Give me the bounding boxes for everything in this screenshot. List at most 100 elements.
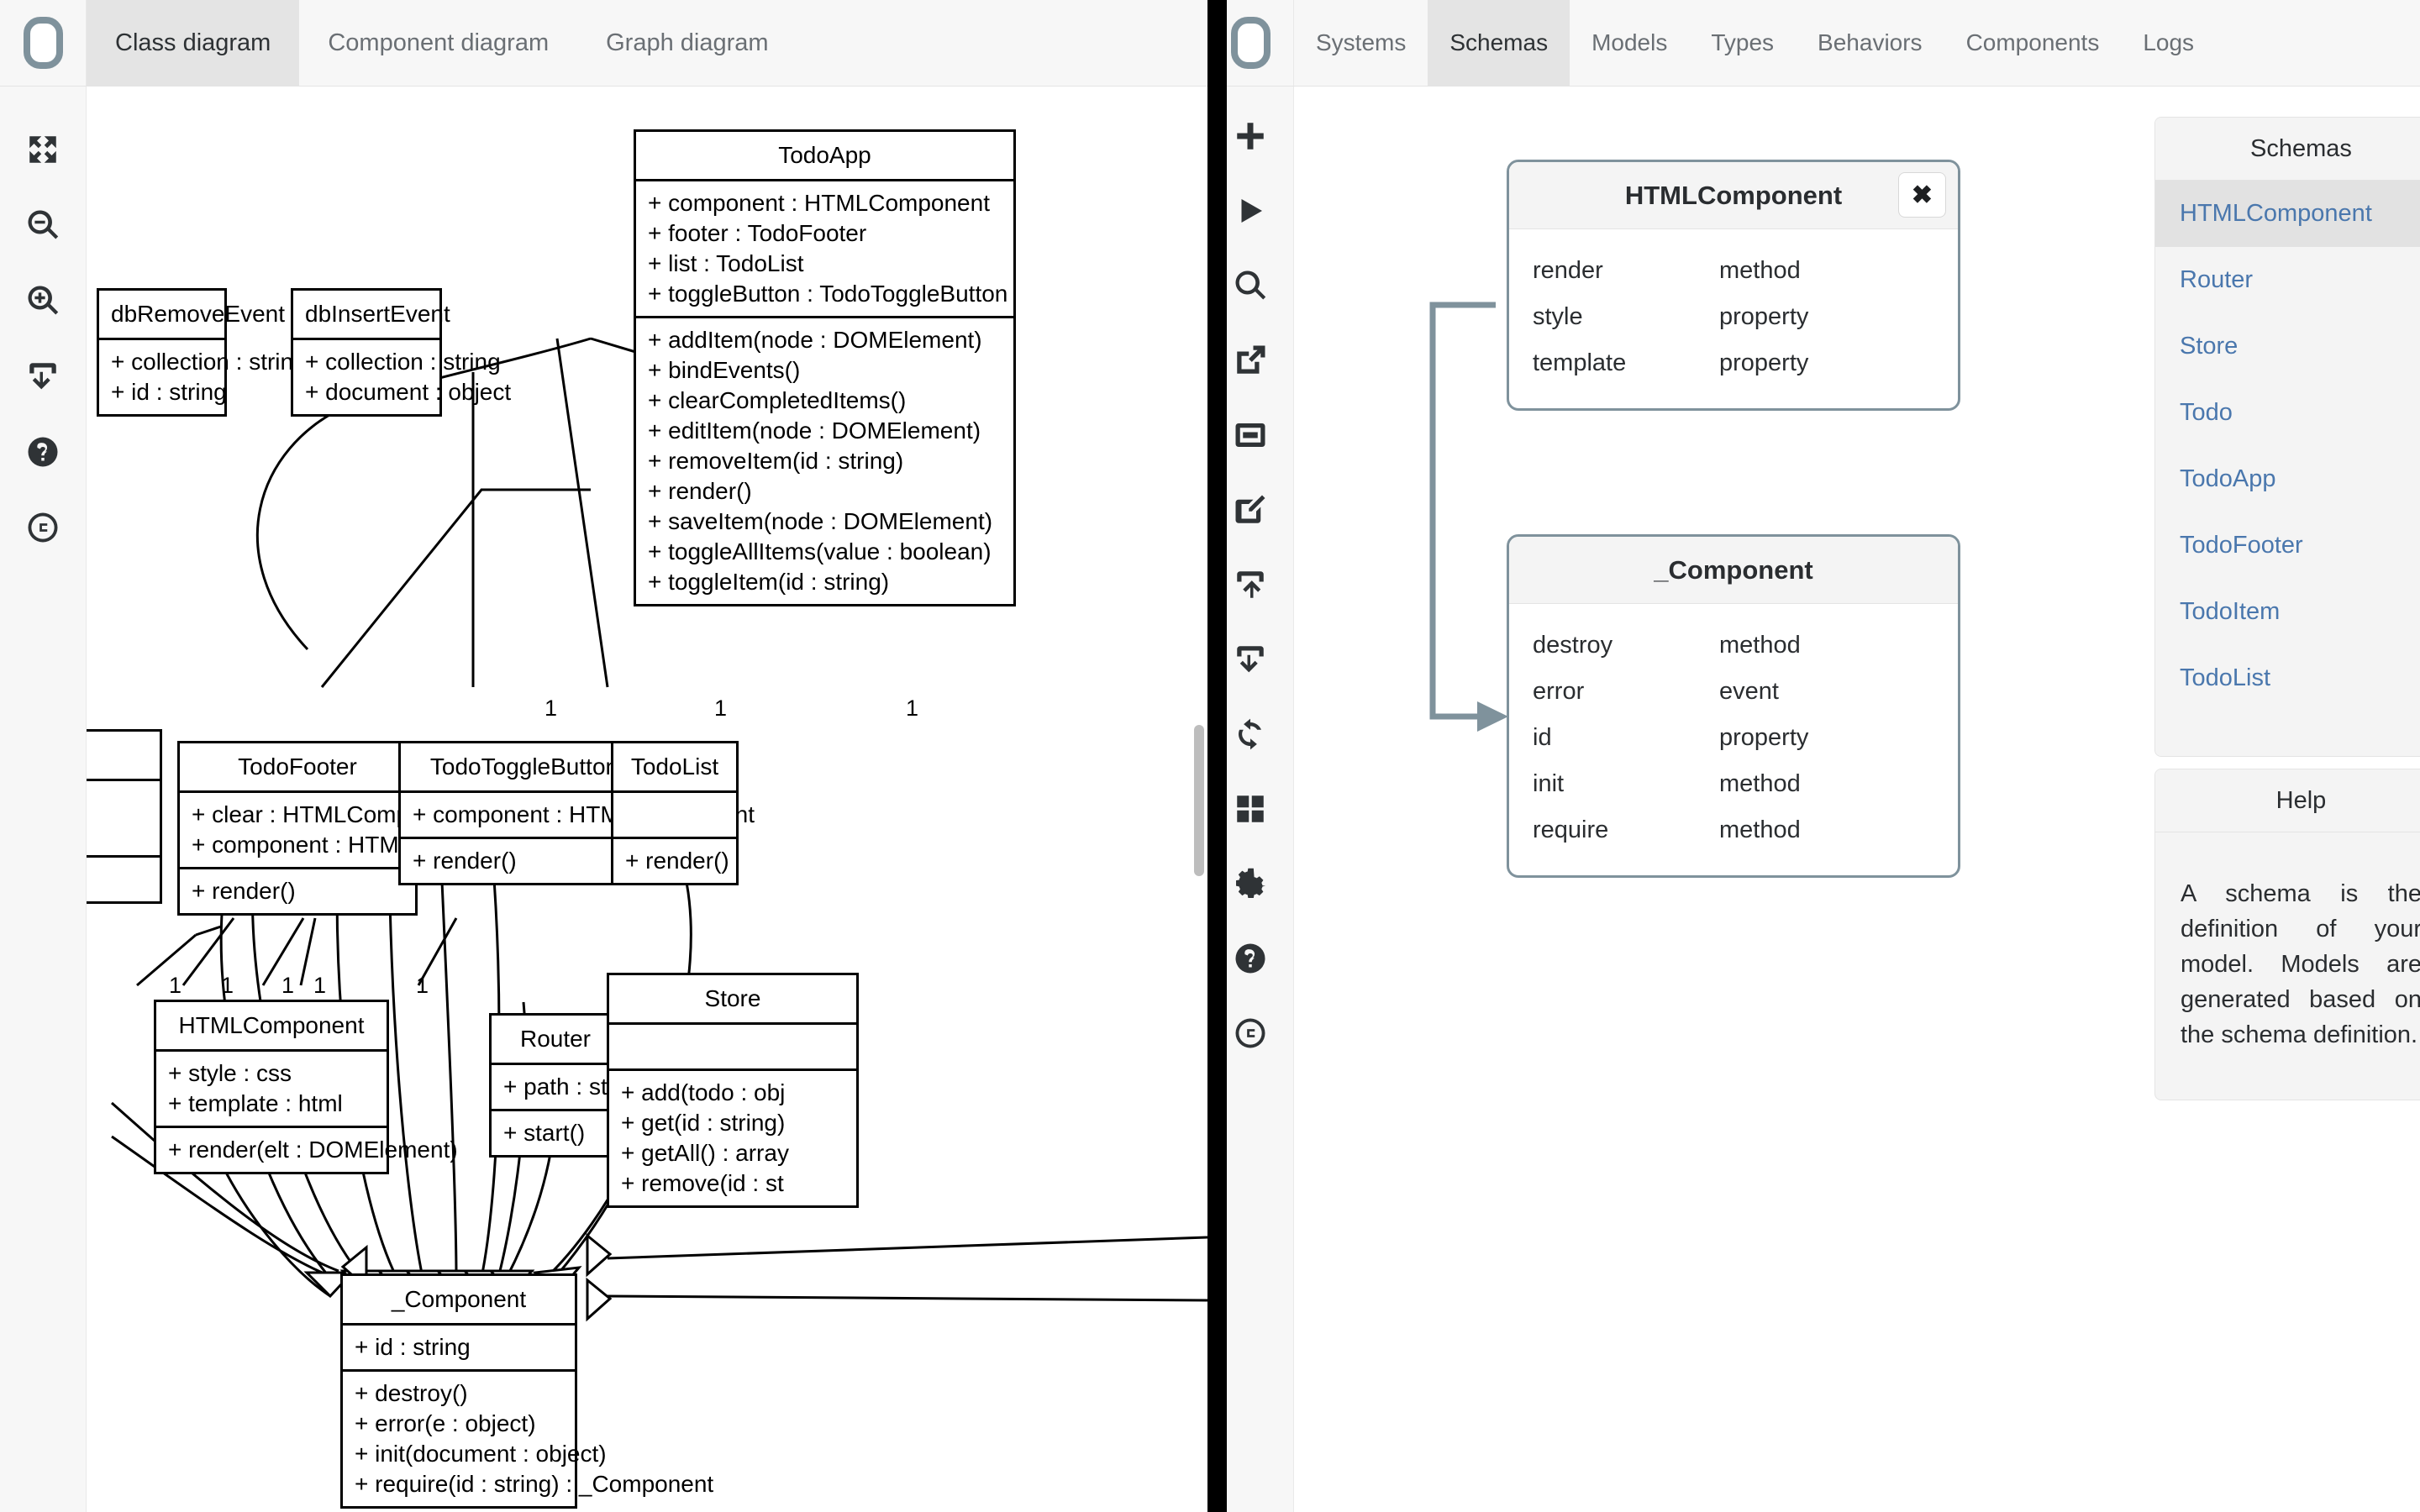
help-panel: Help A schema is the definition of your … bbox=[2154, 769, 2420, 1101]
class-attributes: + collection : string + id : string bbox=[99, 340, 307, 414]
schema-list-item-todolist[interactable]: TodoList bbox=[2155, 645, 2420, 711]
diagram-canvas[interactable]: 1 1 1 1 1 1 1 1 TodoApp + component : HT… bbox=[87, 87, 1207, 1512]
about-button[interactable] bbox=[0, 490, 87, 565]
schema-key: style bbox=[1533, 303, 1583, 330]
schema-key: template bbox=[1533, 349, 1627, 376]
help-button[interactable] bbox=[0, 414, 87, 490]
zoom-in-button[interactable] bbox=[0, 263, 87, 339]
schemas-canvas[interactable]: HTMLComponent ✖ render method style prop… bbox=[1294, 87, 2420, 1512]
method-row: + removeItem(id : string) bbox=[648, 448, 904, 474]
schema-list-item-router[interactable]: Router bbox=[2155, 247, 2420, 313]
method-row: + bindEvents() bbox=[648, 357, 801, 383]
uml-class-store[interactable]: Store + add(todo : obj + get(id : string… bbox=[607, 973, 859, 1208]
uml-class-clipped[interactable]: nt bbox=[87, 729, 162, 904]
uml-class-router[interactable]: Router + path : string + start() bbox=[489, 1013, 647, 1158]
left-topbar: Class diagram Component diagram Graph di… bbox=[0, 0, 1207, 87]
uml-class-todolist[interactable]: TodoList + render() bbox=[611, 741, 739, 885]
tab-types[interactable]: Types bbox=[1689, 0, 1796, 86]
class-attributes: + id : string bbox=[343, 1326, 575, 1372]
schema-list-item-store[interactable]: Store bbox=[2155, 313, 2420, 380]
method-row: + saveItem(node : DOMElement) bbox=[648, 508, 993, 534]
uml-class-component[interactable]: _Component + id : string + destroy() + e… bbox=[340, 1273, 713, 1509]
attribute-row: + footer : TodoFooter bbox=[648, 220, 867, 246]
class-name: _Component bbox=[391, 1286, 527, 1312]
method-row: + editItem(node : DOMElement) bbox=[648, 417, 981, 444]
tab-systems[interactable]: Systems bbox=[1294, 0, 1428, 86]
card-title: HTMLComponent bbox=[1624, 180, 1843, 210]
fullscreen-button[interactable] bbox=[0, 112, 87, 187]
schema-card-component[interactable]: _Component destroy method error event id bbox=[1507, 534, 1960, 878]
uml-class-todoapp[interactable]: TodoApp + component : HTMLComponent + fo… bbox=[634, 129, 1016, 606]
schemas-panel: Schemas HTMLComponent Router Store Todo … bbox=[2154, 117, 2420, 757]
method-row: + clearCompletedItems() bbox=[648, 387, 907, 413]
method-row: + toggleItem(id : string) bbox=[648, 569, 890, 595]
left-body: 1 1 1 1 1 1 1 1 TodoApp + component : HT… bbox=[0, 87, 1207, 1512]
attribute-row: + document : object bbox=[305, 379, 512, 405]
right-tab-bar: Systems Schemas Models Types Behaviors C… bbox=[1294, 0, 2216, 86]
schema-list-item-todoapp[interactable]: TodoApp bbox=[2155, 446, 2420, 512]
zoom-out-button[interactable] bbox=[0, 187, 87, 263]
method-row: + render(elt : DOMElement) bbox=[168, 1137, 458, 1163]
card-body: render method style property template pr… bbox=[1509, 229, 1958, 408]
multiplicity-label: 1 bbox=[544, 696, 558, 721]
class-methods: + addItem(node : DOMElement) + bindEvent… bbox=[636, 318, 1013, 604]
tab-behaviors[interactable]: Behaviors bbox=[1796, 0, 1944, 86]
attribute-row: + list : TodoList bbox=[648, 250, 804, 276]
class-attributes bbox=[613, 793, 736, 839]
tab-component-diagram[interactable]: Component diagram bbox=[299, 0, 577, 86]
uml-class-dbremoveevent[interactable]: dbRemoveEvent + collection : string + id… bbox=[97, 288, 307, 417]
method-row: + destroy() bbox=[355, 1380, 468, 1406]
method-row: + render() bbox=[192, 878, 296, 904]
multiplicity-label: 1 bbox=[169, 973, 182, 998]
method-row: + remove(id : st bbox=[621, 1170, 784, 1196]
method-row: + error(e : object) bbox=[355, 1410, 536, 1436]
tab-models[interactable]: Models bbox=[1570, 0, 1689, 86]
schema-kind: method bbox=[1719, 816, 1801, 843]
schema-kind: property bbox=[1719, 349, 1809, 376]
uml-class-htmlcomponent[interactable]: HTMLComponent + style : css + template :… bbox=[154, 1000, 458, 1174]
help-icon bbox=[28, 437, 58, 467]
method-row: + getAll() : array bbox=[621, 1140, 789, 1166]
class-name: Router bbox=[519, 1026, 592, 1052]
tab-logs[interactable]: Logs bbox=[2121, 0, 2216, 86]
download-button[interactable] bbox=[0, 339, 87, 414]
class-diagram-app: Class diagram Component diagram Graph di… bbox=[0, 0, 1207, 1512]
edit-icon bbox=[1235, 495, 1265, 523]
search-icon bbox=[1235, 270, 1266, 299]
tab-components[interactable]: Components bbox=[1944, 0, 2122, 86]
canvas-scrollbar[interactable] bbox=[1194, 725, 1204, 876]
schema-kind: method bbox=[1719, 257, 1801, 284]
schema-key: destroy bbox=[1533, 632, 1613, 659]
left-tab-bar: Class diagram Component diagram Graph di… bbox=[87, 0, 797, 86]
method-row: + init(document : object) bbox=[355, 1441, 607, 1467]
method-row: + addItem(node : DOMElement) bbox=[648, 327, 982, 353]
schema-key: require bbox=[1533, 816, 1609, 843]
class-methods: + render() bbox=[613, 839, 736, 883]
schema-list-item-todofooter[interactable]: TodoFooter bbox=[2155, 512, 2420, 579]
uml-class-dbinsertevent[interactable]: dbInsertEvent + collection : string + do… bbox=[291, 288, 512, 417]
uml-class-todofooter[interactable]: TodoFooter + clear : HTMLComponent + com… bbox=[177, 741, 534, 916]
tab-schemas[interactable]: Schemas bbox=[1428, 0, 1570, 86]
card-title: _Component bbox=[1654, 554, 1813, 585]
schema-list-item-todoitem[interactable]: TodoItem bbox=[2155, 579, 2420, 645]
schema-kind: event bbox=[1719, 678, 1779, 705]
tab-graph-diagram[interactable]: Graph diagram bbox=[577, 0, 797, 86]
attribute-row: + path : string bbox=[503, 1074, 647, 1100]
tab-class-diagram[interactable]: Class diagram bbox=[87, 0, 300, 86]
external-link-icon bbox=[1237, 345, 1265, 374]
window-divider bbox=[1207, 0, 1227, 1512]
close-icon[interactable]: ✖ bbox=[1898, 172, 1946, 218]
help-icon bbox=[1235, 943, 1265, 973]
left-logo[interactable] bbox=[0, 0, 87, 86]
class-attributes: + style : css + template : html bbox=[156, 1052, 387, 1128]
schema-card-htmlcomponent[interactable]: HTMLComponent ✖ render method style prop… bbox=[1507, 160, 1960, 411]
plus-icon bbox=[1237, 122, 1264, 150]
attribute-row: + clear : HTMLComponent bbox=[192, 801, 469, 827]
schema-list-item-htmlcomponent[interactable]: HTMLComponent bbox=[2155, 181, 2420, 247]
attribute-row: + component : HTMLComponent bbox=[648, 190, 990, 216]
refresh-icon bbox=[1239, 718, 1261, 749]
card-body: destroy method error event id property i… bbox=[1509, 604, 1958, 875]
schema-kind: method bbox=[1719, 770, 1801, 797]
schema-list-item-todo[interactable]: Todo bbox=[2155, 380, 2420, 446]
card-header: _Component bbox=[1509, 537, 1958, 604]
